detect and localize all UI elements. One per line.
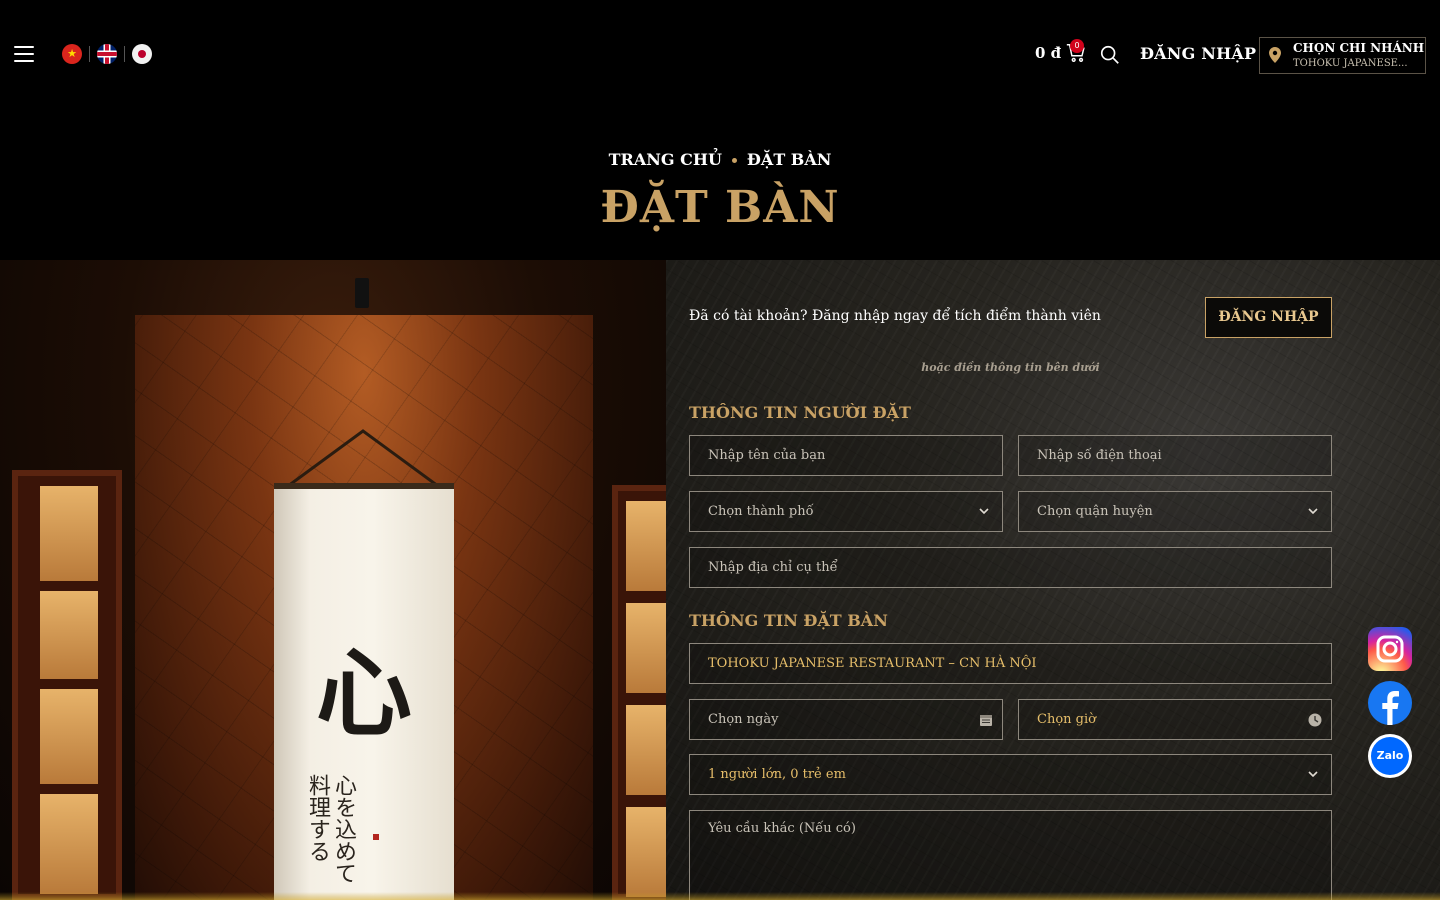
district-select[interactable]: Chọn quận huyện <box>1018 491 1332 532</box>
zalo-label: Zalo <box>1371 737 1409 775</box>
menu-icon[interactable] <box>14 46 34 64</box>
guests-select-value: 1 người lớn, 0 trẻ em <box>708 767 846 782</box>
photo-window-left <box>12 470 122 900</box>
time-picker-placeholder: Chọn giờ <box>1037 712 1096 727</box>
photo-hanging-scroll: 心 心を込めて料理する <box>274 483 454 900</box>
chevron-down-icon <box>1308 771 1318 778</box>
name-input[interactable]: Nhập tên của bạn <box>689 435 1003 476</box>
time-picker[interactable]: Chọn giờ <box>1018 699 1332 740</box>
breadcrumb-separator <box>731 158 737 163</box>
booking-info-heading: THÔNG TIN ĐẶT BÀN <box>689 611 888 630</box>
branch-selector[interactable]: CHỌN CHI NHÁNH TOHOKU JAPANESE... <box>1259 37 1426 74</box>
date-picker-placeholder: Chọn ngày <box>708 712 779 727</box>
address-input-placeholder: Nhập địa chỉ cụ thể <box>708 560 838 575</box>
breadcrumb: TRANG CHỦ ĐẶT BÀN <box>0 150 1440 169</box>
instagram-icon[interactable] <box>1368 627 1412 671</box>
customer-info-heading: THÔNG TIN NGƯỜI ĐẶT <box>689 403 911 422</box>
facebook-icon[interactable] <box>1368 681 1412 725</box>
search-icon[interactable] <box>1099 44 1121 66</box>
date-picker[interactable]: Chọn ngày <box>689 699 1003 740</box>
divider <box>124 46 125 62</box>
clock-icon <box>1308 713 1322 727</box>
header-login-link[interactable]: ĐĂNG NHẬP <box>1140 44 1256 63</box>
district-select-placeholder: Chọn quận huyện <box>1037 504 1153 519</box>
bottom-glow <box>0 892 1440 900</box>
city-select[interactable]: Chọn thành phố <box>689 491 1003 532</box>
photo-scroll-hanger <box>288 429 438 488</box>
address-input[interactable]: Nhập địa chỉ cụ thể <box>689 547 1332 588</box>
page-title: ĐẶT BÀN <box>600 182 840 233</box>
uk-flag-icon[interactable] <box>97 44 117 64</box>
cart-count-badge: 0 <box>1070 39 1084 53</box>
scroll-calligraphy: 心を込めて料理する <box>305 774 356 884</box>
restaurant-photo: 心 心を込めて料理する <box>0 260 666 900</box>
photo-lamp <box>355 278 369 308</box>
chevron-down-icon <box>1308 508 1318 515</box>
notes-textarea-placeholder: Yêu cầu khác (Nếu có) <box>708 821 856 836</box>
location-pin-icon <box>1269 47 1281 63</box>
city-select-placeholder: Chọn thành phố <box>708 504 814 519</box>
branch-selector-title: CHỌN CHI NHÁNH <box>1293 41 1425 55</box>
chevron-down-icon <box>979 508 989 515</box>
cart-total: 0 đ <box>1035 44 1062 62</box>
zalo-icon[interactable]: Zalo <box>1368 734 1412 778</box>
branch-field-value: TOHOKU JAPANESE RESTAURANT – CN HÀ NỘI <box>708 656 1037 671</box>
branch-field[interactable]: TOHOKU JAPANESE RESTAURANT – CN HÀ NỘI <box>689 643 1332 684</box>
language-switcher <box>62 44 152 64</box>
breadcrumb-current: ĐẶT BÀN <box>746 150 832 169</box>
divider <box>89 46 90 62</box>
breadcrumb-home[interactable]: TRANG CHỦ <box>609 150 722 169</box>
scroll-seal <box>373 834 379 840</box>
notes-textarea[interactable]: Yêu cầu khác (Nếu có) <box>689 810 1332 900</box>
scroll-kanji: 心 <box>316 638 412 750</box>
japan-flag-icon[interactable] <box>132 44 152 64</box>
vietnam-flag-icon[interactable] <box>62 44 82 64</box>
photo-window-right <box>612 485 666 900</box>
branch-selector-value: TOHOKU JAPANESE... <box>1293 58 1408 69</box>
guests-select[interactable]: 1 người lớn, 0 trẻ em <box>689 754 1332 795</box>
or-divider-text: hoặc điền thông tin bên dưới <box>921 361 1100 374</box>
phone-input-placeholder: Nhập số điện thoại <box>1037 448 1162 463</box>
phone-input[interactable]: Nhập số điện thoại <box>1018 435 1332 476</box>
name-input-placeholder: Nhập tên của bạn <box>708 448 826 463</box>
calendar-icon <box>980 715 992 726</box>
login-prompt: Đã có tài khoản? Đăng nhập ngay để tích … <box>689 308 1101 324</box>
login-button[interactable]: ĐĂNG NHẬP <box>1205 297 1332 338</box>
